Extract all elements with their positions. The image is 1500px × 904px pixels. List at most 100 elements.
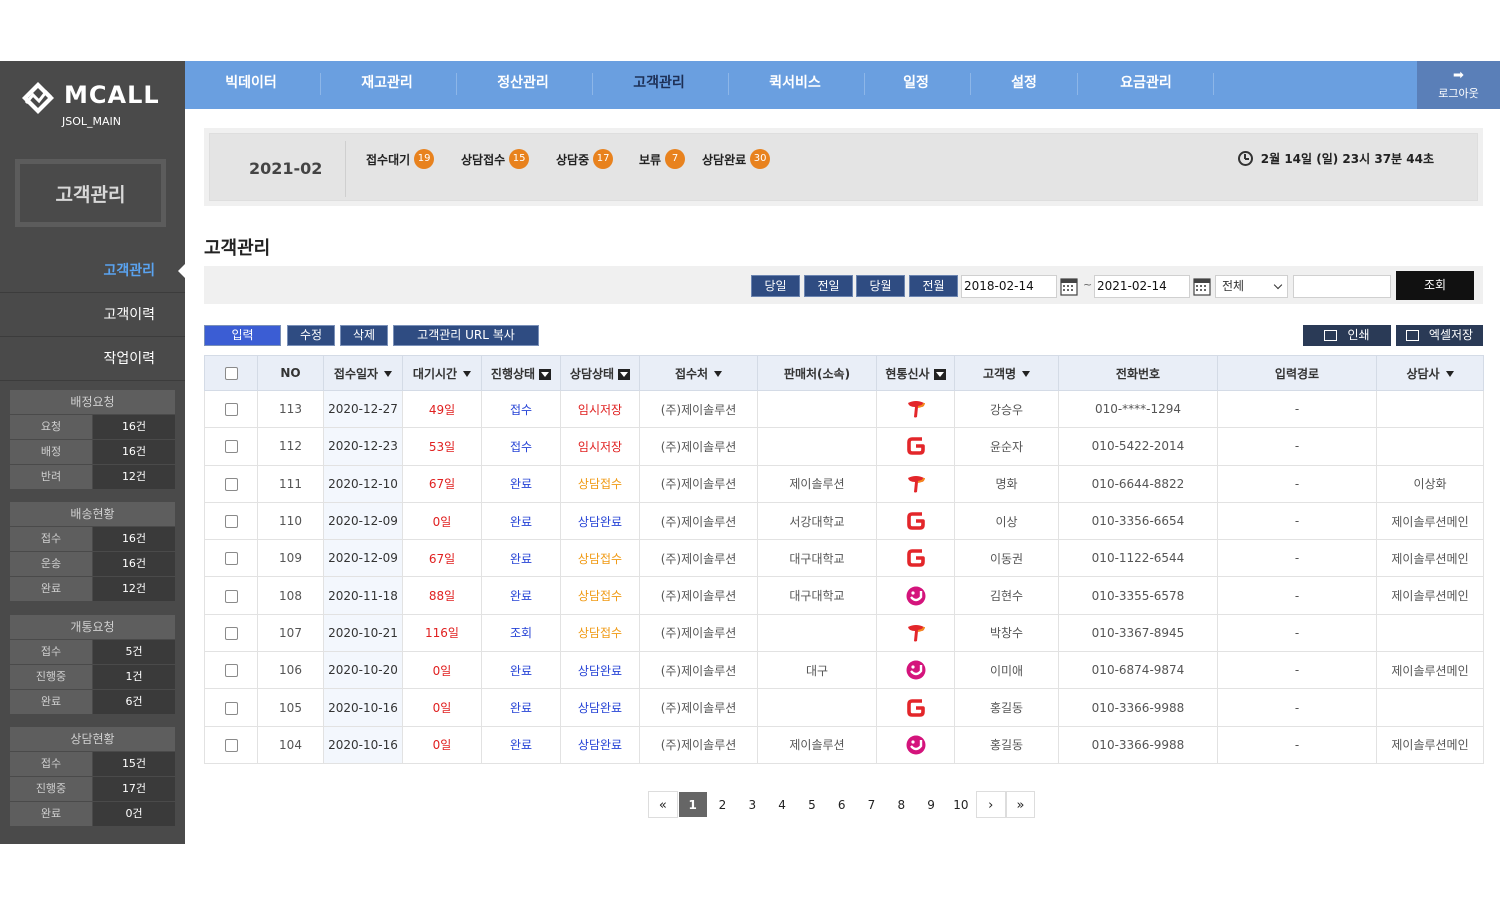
row-select-cell[interactable]	[204, 539, 258, 578]
sidebar-item[interactable]: 고객이력	[0, 293, 185, 337]
cell-consult-status[interactable]: 임시저장	[560, 427, 640, 466]
cell-consult-status[interactable]: 상담접수	[560, 613, 640, 653]
select-all-cell[interactable]	[204, 355, 258, 391]
sidebar-item[interactable]: 작업이력	[0, 337, 185, 381]
edit-button[interactable]: 수정	[287, 325, 335, 346]
page-number-button[interactable]: 6	[826, 791, 857, 818]
table-row[interactable]: 112 2020-12-23 53일 접수 임시저장 (주)제이솔루션 윤순자 010-542…	[204, 427, 1484, 466]
nav-tab[interactable]: 빅데이터	[201, 61, 301, 109]
type-select[interactable]: 전체	[1215, 275, 1288, 298]
stat-row[interactable]: 완료 12건	[10, 576, 175, 601]
page-number-button[interactable]: 4	[767, 791, 797, 818]
sidebar-item[interactable]: 고객관리	[0, 249, 185, 293]
row-select-cell[interactable]	[204, 464, 258, 503]
row-checkbox[interactable]	[224, 701, 238, 715]
cell-progress[interactable]: 완료	[481, 651, 561, 690]
row-checkbox[interactable]	[224, 664, 238, 678]
cell-progress[interactable]: 접수	[481, 389, 561, 429]
table-row[interactable]: 113 2020-12-27 49일 접수 임시저장 (주)제이솔루션 강승우 010-***…	[204, 389, 1484, 429]
logo[interactable]: MCALL JSOL_MAIN	[20, 79, 170, 129]
cell-progress[interactable]: 완료	[481, 688, 561, 727]
row-checkbox[interactable]	[224, 552, 238, 566]
today-button[interactable]: 당일	[751, 275, 800, 297]
col-carrier[interactable]: 현통신사	[876, 355, 955, 391]
copy-url-button[interactable]: 고객관리 URL 복사	[393, 325, 539, 346]
row-select-cell[interactable]	[204, 725, 258, 764]
row-checkbox[interactable]	[224, 589, 238, 603]
table-row[interactable]: 104 2020-10-16 0일 완료 상담완료 (주)제이솔루션 제이솔루션 홍길동 010…	[204, 725, 1484, 764]
stat-row[interactable]: 접수 15건	[10, 751, 175, 776]
cell-progress[interactable]: 조회	[481, 613, 561, 653]
sort-down-icon[interactable]	[714, 371, 723, 377]
sort-down-icon[interactable]	[463, 371, 472, 377]
page-number-button[interactable]: 2	[707, 791, 738, 818]
nav-tab[interactable]: 고객관리	[607, 61, 711, 109]
status-stat[interactable]: 보류 7	[639, 149, 686, 169]
this-month-button[interactable]: 당월	[856, 275, 905, 297]
col-customer-name[interactable]: 고객명	[954, 355, 1059, 391]
excel-button[interactable]: 엑셀저장	[1396, 325, 1483, 346]
sort-down-icon[interactable]	[1445, 371, 1454, 377]
date-from-input[interactable]: 2018-02-14	[961, 275, 1057, 298]
filter-dropdown-icon[interactable]	[539, 368, 552, 380]
status-stat[interactable]: 상담완료 30	[702, 149, 771, 169]
last-page-button[interactable]: »	[1005, 791, 1036, 818]
stat-row[interactable]: 완료 0건	[10, 801, 175, 826]
cell-consult-status[interactable]: 상담완료	[560, 688, 640, 727]
sort-down-icon[interactable]	[1022, 371, 1031, 377]
row-select-cell[interactable]	[204, 613, 258, 653]
row-select-cell[interactable]	[204, 688, 258, 727]
table-row[interactable]: 107 2020-10-21 116일 조회 상담접수 (주)제이솔루션 박창수 010-33…	[204, 613, 1484, 653]
col-progress[interactable]: 진행상태	[481, 355, 561, 391]
print-button[interactable]: 인쇄	[1303, 325, 1391, 346]
row-checkbox[interactable]	[224, 738, 238, 752]
yesterday-button[interactable]: 전일	[804, 275, 853, 297]
table-row[interactable]: 105 2020-10-16 0일 완료 상담완료 (주)제이솔루션 홍길동 010-3366…	[204, 688, 1484, 727]
sort-down-icon[interactable]	[384, 371, 393, 377]
filter-dropdown-icon[interactable]	[933, 368, 946, 380]
table-row[interactable]: 110 2020-12-09 0일 완료 상담완료 (주)제이솔루션 서강대학교 이상 010-…	[204, 501, 1484, 541]
cell-customer-name[interactable]: 박창수	[954, 613, 1059, 653]
filter-dropdown-icon[interactable]	[618, 368, 631, 380]
row-select-cell[interactable]	[204, 389, 258, 429]
cell-progress[interactable]: 완료	[481, 539, 561, 578]
cell-consult-status[interactable]: 상담완료	[560, 651, 640, 690]
cell-customer-name[interactable]: 홍길동	[954, 725, 1059, 764]
cell-consult-status[interactable]: 상담접수	[560, 539, 640, 578]
last-month-button[interactable]: 전월	[909, 275, 958, 297]
search-button[interactable]: 조회	[1396, 271, 1474, 300]
col-agent[interactable]: 상담사	[1376, 355, 1484, 391]
status-stat[interactable]: 상담중 17	[556, 149, 614, 169]
cell-customer-name[interactable]: 이상	[954, 501, 1059, 541]
stat-row[interactable]: 접수 5건	[10, 639, 175, 664]
col-consult-status[interactable]: 상담상태	[560, 355, 640, 391]
nav-tab[interactable]: 요금관리	[1092, 61, 1200, 109]
stat-row[interactable]: 반려 12건	[10, 464, 175, 489]
cell-customer-name[interactable]: 홍길동	[954, 688, 1059, 727]
row-select-cell[interactable]	[204, 501, 258, 541]
row-checkbox[interactable]	[224, 626, 238, 640]
row-checkbox[interactable]	[224, 515, 238, 529]
cell-customer-name[interactable]: 이미애	[954, 651, 1059, 690]
col-wait[interactable]: 대기시간	[402, 355, 482, 391]
page-number-button[interactable]: 7	[856, 791, 887, 818]
search-input[interactable]	[1293, 275, 1391, 298]
table-row[interactable]: 108 2020-11-18 88일 완료 상담접수 (주)제이솔루션 대구대학교 김현수 01…	[204, 576, 1484, 615]
status-stat[interactable]: 접수대기 19	[366, 149, 435, 169]
cell-customer-name[interactable]: 이동권	[954, 539, 1059, 578]
cell-progress[interactable]: 완료	[481, 501, 561, 541]
cell-customer-name[interactable]: 윤순자	[954, 427, 1059, 466]
row-select-cell[interactable]	[204, 427, 258, 466]
status-stat[interactable]: 상담접수 15	[461, 149, 530, 169]
cell-consult-status[interactable]: 임시저장	[560, 389, 640, 429]
table-row[interactable]: 109 2020-12-09 67일 완료 상담접수 (주)제이솔루션 대구대학교 이동권 01…	[204, 539, 1484, 578]
stat-row[interactable]: 진행중 17건	[10, 776, 175, 801]
nav-tab[interactable]: 일정	[876, 61, 956, 109]
page-number-button[interactable]: 9	[916, 791, 946, 818]
logout-button[interactable]: ➡ 로그아웃	[1417, 61, 1500, 109]
cell-progress[interactable]: 완료	[481, 725, 561, 764]
cell-customer-name[interactable]: 김현수	[954, 576, 1059, 615]
nav-tab[interactable]: 정산관리	[471, 61, 575, 109]
page-number-button[interactable]: 8	[886, 791, 917, 818]
page-number-button[interactable]: 1	[677, 791, 708, 818]
